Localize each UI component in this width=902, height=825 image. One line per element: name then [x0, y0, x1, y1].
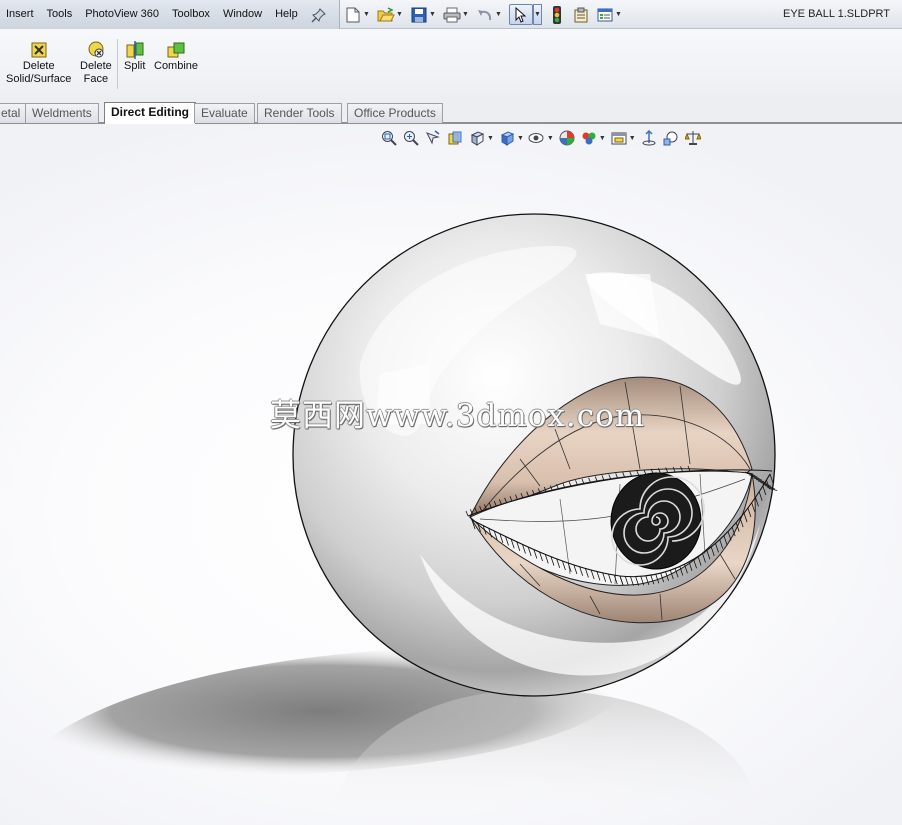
undo-icon[interactable]: [476, 6, 494, 24]
quick-access-toolbar: ▼ ▼ ▼ ▼ ▼ ▼ ▼: [344, 3, 623, 26]
undo-dropdown-icon[interactable]: ▼: [494, 6, 503, 24]
tool-label-line2: Face: [83, 73, 109, 85]
select-cursor-icon[interactable]: [509, 4, 533, 25]
tab-render-tools[interactable]: Render Tools: [257, 103, 342, 123]
tool-label-line2: Solid/Surface: [6, 73, 72, 85]
tool-label-line1: Delete: [22, 60, 55, 72]
delete-face-button[interactable]: Delete Face: [80, 41, 112, 86]
rebuild-traffic-light-icon[interactable]: [548, 5, 566, 24]
delete-solid-surface-button[interactable]: Delete Solid/Surface: [6, 41, 71, 86]
watermark-text: 莫西网www.3dmox.com: [270, 398, 646, 434]
graphics-viewport[interactable]: ▼ ▼ ▼ ▼ ▼ 莫西网www.3dmox.com: [0, 124, 902, 825]
tab-office-products[interactable]: Office Products: [347, 103, 443, 123]
open-dropdown-icon[interactable]: ▼: [395, 6, 404, 24]
menu-photoview-360[interactable]: PhotoView 360: [79, 0, 166, 29]
file-properties-icon[interactable]: [572, 6, 590, 24]
command-manager-tabs: etal Weldments Direct Editing Evaluate R…: [0, 102, 902, 125]
new-document-icon[interactable]: [344, 6, 362, 24]
eyeball-model[interactable]: [0, 124, 902, 825]
menu-insert[interactable]: Insert: [0, 0, 41, 29]
combine-icon: [167, 42, 185, 58]
print-dropdown-icon[interactable]: ▼: [461, 6, 470, 24]
menu-bar: Insert Tools PhotoView 360 Toolbox Windo…: [0, 0, 902, 29]
document-title: EYE BALL 1.SLDPRT: [783, 8, 890, 20]
tab-direct-editing[interactable]: Direct Editing: [104, 102, 197, 125]
delete-solid-icon: [31, 42, 47, 58]
print-icon[interactable]: [443, 6, 461, 24]
menu-help[interactable]: Help: [269, 0, 305, 29]
split-icon: [126, 41, 144, 59]
menu-tools[interactable]: Tools: [41, 0, 80, 29]
pushpin-icon[interactable]: [311, 7, 327, 23]
save-icon[interactable]: [410, 6, 428, 24]
new-dropdown-icon[interactable]: ▼: [362, 6, 371, 24]
tab-weldments[interactable]: Weldments: [25, 103, 99, 123]
save-dropdown-icon[interactable]: ▼: [428, 6, 437, 24]
tool-label-line1: Combine: [154, 60, 199, 72]
options-dropdown-icon[interactable]: ▼: [614, 6, 623, 24]
options-icon[interactable]: [596, 6, 614, 24]
tool-label-line1: Delete: [80, 60, 112, 72]
menu-toolbox[interactable]: Toolbox: [166, 0, 217, 29]
main-menu: Insert Tools PhotoView 360 Toolbox Windo…: [0, 0, 340, 29]
menu-window[interactable]: Window: [217, 0, 269, 29]
tool-label-line1: Split: [124, 60, 146, 72]
delete-face-icon: [88, 41, 104, 58]
combine-button[interactable]: Combine: [154, 41, 198, 73]
tab-evaluate[interactable]: Evaluate: [194, 103, 255, 123]
tab-sheet-metal[interactable]: etal: [0, 103, 28, 123]
split-button[interactable]: Split: [124, 41, 145, 73]
select-dropdown-icon[interactable]: ▼: [533, 4, 542, 25]
toolbar-divider: [117, 39, 118, 89]
command-manager: Delete Solid/Surface Delete Face Split C…: [0, 29, 902, 102]
open-folder-icon[interactable]: [377, 6, 395, 24]
